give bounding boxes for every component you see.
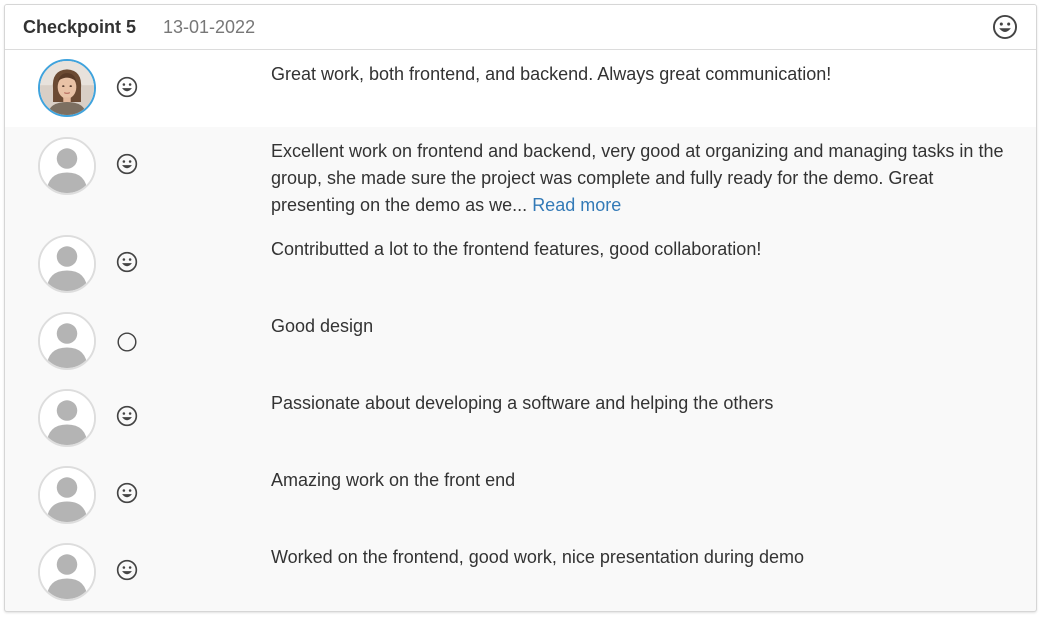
comment-text: Amazing work on the front end <box>271 470 516 490</box>
smiley-icon <box>116 251 138 273</box>
default-avatar[interactable] <box>38 466 96 524</box>
comment-text-body: Excellent work on frontend and backend, … <box>271 141 1004 215</box>
comment-row: Amazing work on the front end <box>5 456 1036 533</box>
default-avatar[interactable] <box>38 312 96 370</box>
checkpoint-header: Checkpoint 5 13-01-2022 <box>5 5 1036 50</box>
checkpoint-title: Checkpoint 5 <box>23 17 137 37</box>
user-photo-avatar[interactable] <box>38 59 96 117</box>
default-avatar[interactable] <box>38 235 96 293</box>
comment-text: Passionate about developing a software a… <box>271 393 774 413</box>
default-avatar[interactable] <box>38 137 96 195</box>
comment-text: Contributted a lot to the frontend featu… <box>271 239 762 259</box>
read-more-link[interactable]: Read more <box>532 195 621 215</box>
comment-text: Great work, both frontend, and backend. … <box>271 64 832 84</box>
smiley-icon <box>116 559 138 581</box>
comment-row: Good design <box>5 302 1036 379</box>
default-avatar[interactable] <box>38 543 96 601</box>
checkpoint-date: 13-01-2022 <box>163 17 256 37</box>
neutral-circle-icon <box>116 331 138 353</box>
smiley-icon <box>116 76 138 98</box>
smiley-icon <box>116 482 138 504</box>
comment-row: Passionate about developing a software a… <box>5 379 1036 456</box>
smiley-icon <box>116 153 138 175</box>
default-avatar[interactable] <box>38 389 96 447</box>
comment-row: Worked on the frontend, good work, nice … <box>5 533 1036 611</box>
comment-row: Excellent work on frontend and backend, … <box>5 127 1036 225</box>
comment-text: Worked on the frontend, good work, nice … <box>271 547 804 567</box>
comment-text: Good design <box>271 316 374 336</box>
comment-row: Contributted a lot to the frontend featu… <box>5 225 1036 302</box>
comment-text: Excellent work on frontend and backend, … <box>271 138 1018 219</box>
checkpoint-panel: Checkpoint 5 13-01-2022 Great work, both… <box>4 4 1037 612</box>
comment-row: Great work, both frontend, and backend. … <box>5 50 1036 127</box>
smiley-icon <box>116 405 138 427</box>
smiley-icon <box>992 14 1018 40</box>
